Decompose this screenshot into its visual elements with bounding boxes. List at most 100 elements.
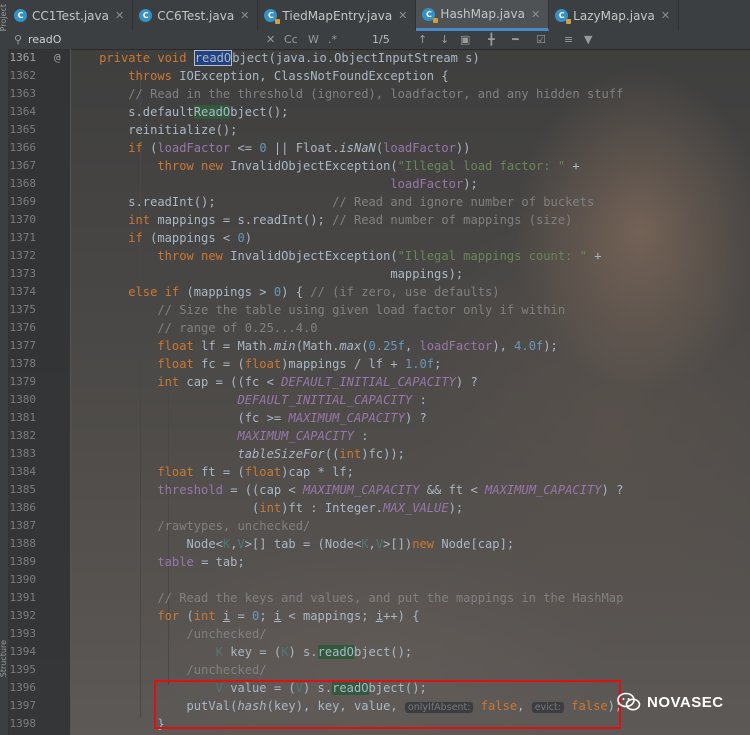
editor-tab[interactable]: C CC1Test.java ✕ <box>8 0 134 31</box>
open-in-window-icon[interactable]: ▣ <box>460 33 470 46</box>
code-line[interactable]: float ft = (float)cap * lf; <box>70 463 354 481</box>
close-icon[interactable]: ✕ <box>398 9 407 22</box>
close-icon[interactable]: ✕ <box>115 9 124 22</box>
project-tool-label[interactable]: Project <box>0 4 8 31</box>
code-line[interactable]: int cap = ((fc < DEFAULT_INITIAL_CAPACIT… <box>70 373 477 391</box>
code-line[interactable]: else if (mappings > 0) { // (if zero, us… <box>70 283 499 301</box>
close-icon[interactable]: ✕ <box>531 8 540 21</box>
line-number[interactable]: 1393 <box>8 627 37 640</box>
editor-tab[interactable]: C LazyMap.java ✕ <box>549 0 680 31</box>
search-icon[interactable]: ⚲ <box>14 33 22 46</box>
line-number[interactable]: 1386 <box>8 501 37 514</box>
line-number[interactable]: 1374 <box>8 285 37 298</box>
line-number[interactable]: 1380 <box>8 393 37 406</box>
line-number[interactable]: 1390 <box>8 573 37 586</box>
line-number[interactable]: 1362 <box>8 69 37 82</box>
line-number[interactable]: 1371 <box>8 231 37 244</box>
line-number[interactable]: 1397 <box>8 699 37 712</box>
code-line[interactable]: if (loadFactor <= 0 || Float.isNaN(loadF… <box>70 139 470 157</box>
line-number[interactable]: 1395 <box>8 663 37 676</box>
previous-occurrence-icon[interactable]: ↑ <box>418 33 427 46</box>
editor-tab[interactable]: C CC6Test.java ✕ <box>133 0 259 31</box>
code-line[interactable]: /rawtypes, unchecked/ <box>70 517 310 535</box>
code-line[interactable]: loadFactor); <box>70 175 477 193</box>
next-occurrence-icon[interactable]: ↓ <box>440 33 449 46</box>
code-line[interactable]: table = tab; <box>70 553 244 571</box>
code-line[interactable]: threshold = ((cap < MAXIMUM_CAPACITY && … <box>70 481 623 499</box>
close-icon[interactable]: ✕ <box>661 9 670 22</box>
line-number[interactable]: 1394 <box>8 645 37 658</box>
line-number-gutter[interactable]: @ 1361 1362 1363 1364 1365 1366 1367 1368 1369 13… <box>8 49 71 735</box>
clear-icon[interactable]: ✕ <box>266 33 275 46</box>
line-number[interactable]: 1368 <box>8 177 37 190</box>
code-line[interactable]: /unchecked/ <box>70 661 267 679</box>
line-number[interactable]: 1369 <box>8 195 37 208</box>
code-line[interactable]: reinitialize(); <box>70 121 237 139</box>
line-number[interactable]: 1378 <box>8 357 37 370</box>
line-number[interactable]: 1376 <box>8 321 37 334</box>
line-number[interactable]: 1366 <box>8 141 37 154</box>
code-line[interactable]: tableSizeFor((int)fc)); <box>70 445 404 463</box>
editor-tab[interactable]: C TiedMapEntry.java ✕ <box>258 0 417 31</box>
code-line[interactable]: float lf = Math.min(Math.max(0.25f, load… <box>70 337 557 355</box>
line-number[interactable]: 1375 <box>8 303 37 316</box>
structure-tool-label[interactable]: Structure <box>0 640 8 677</box>
line-number[interactable]: 1388 <box>8 537 37 550</box>
line-number[interactable]: 1367 <box>8 159 37 172</box>
remove-occurrence-icon[interactable]: ━ <box>512 33 519 46</box>
code-line[interactable]: throw new InvalidObjectException("Illega… <box>70 157 579 175</box>
code-line[interactable]: K key = (K) s.readObject(); <box>70 643 412 661</box>
code-line[interactable]: for (int i = 0; i < mappings; i++) { <box>70 607 419 625</box>
code-line[interactable]: (fc >= MAXIMUM_CAPACITY) ? <box>70 409 426 427</box>
code-line[interactable]: // Read in the threshold (ignored), load… <box>70 85 623 103</box>
match-case-toggle[interactable]: Cc <box>284 33 298 46</box>
code-line[interactable]: } <box>70 715 164 733</box>
line-number[interactable]: 1387 <box>8 519 37 532</box>
code-line[interactable]: // Size the table using given load facto… <box>70 301 565 319</box>
options-icon[interactable]: ≡ <box>564 33 573 46</box>
override-marker-icon[interactable]: @ <box>54 51 61 64</box>
line-number[interactable]: 1364 <box>8 105 37 118</box>
search-input[interactable] <box>28 32 228 47</box>
code-line[interactable]: if (mappings < 0) <box>70 229 252 247</box>
code-line[interactable]: int mappings = s.readInt(); // Read numb… <box>70 211 572 229</box>
line-number[interactable]: 1379 <box>8 375 37 388</box>
code-line[interactable]: throws IOException, ClassNotFoundExcepti… <box>70 67 448 85</box>
code-line[interactable]: DEFAULT_INITIAL_CAPACITY : <box>70 391 426 409</box>
line-number[interactable]: 1391 <box>8 591 37 604</box>
add-occurrence-icon[interactable]: ╋ <box>488 33 495 46</box>
code-line[interactable]: s.readInt(); // Read and ignore number o… <box>70 193 594 211</box>
line-number[interactable]: 1382 <box>8 429 37 442</box>
code-line[interactable]: Node<K,V>[] tab = (Node<K,V>[])new Node[… <box>70 535 514 553</box>
code-line[interactable]: private void readObject(java.io.ObjectIn… <box>70 49 480 67</box>
line-number[interactable]: 1398 <box>8 717 37 730</box>
code-line[interactable]: /unchecked/ <box>70 625 267 643</box>
line-number[interactable]: 1372 <box>8 249 37 262</box>
filter-icon[interactable]: ▼ <box>584 33 592 46</box>
line-number[interactable]: 1377 <box>8 339 37 352</box>
select-all-occurrences-icon[interactable]: ☑ <box>536 33 546 46</box>
line-number[interactable]: 1373 <box>8 267 37 280</box>
regex-toggle[interactable]: .* <box>328 33 337 46</box>
line-number[interactable]: 1370 <box>8 213 37 226</box>
line-number[interactable]: 1363 <box>8 87 37 100</box>
code-line[interactable]: MAXIMUM_CAPACITY : <box>70 427 368 445</box>
line-number[interactable]: 1365 <box>8 123 37 136</box>
line-number[interactable]: 1384 <box>8 465 37 478</box>
close-icon[interactable]: ✕ <box>240 9 249 22</box>
code-line[interactable]: // range of 0.25...4.0 <box>70 319 317 337</box>
code-line[interactable]: float fc = (float)mappings / lf + 1.0f; <box>70 355 441 373</box>
line-number[interactable]: 1381 <box>8 411 37 424</box>
editor-tab[interactable]: C HashMap.java ✕ <box>416 0 550 31</box>
code-line[interactable]: (int)ft : Integer.MAX_VALUE); <box>70 499 463 517</box>
line-number[interactable]: 1389 <box>8 555 37 568</box>
line-number[interactable]: 1396 <box>8 681 37 694</box>
code-line[interactable]: // Read the keys and values, and put the… <box>70 589 623 607</box>
code-line[interactable]: s.defaultReadObject(); <box>70 103 288 121</box>
code-line[interactable]: mappings); <box>70 265 463 283</box>
line-number[interactable]: 1392 <box>8 609 37 622</box>
line-number[interactable]: 1385 <box>8 483 37 496</box>
code-line[interactable]: throw new InvalidObjectException("Illega… <box>70 247 601 265</box>
words-toggle[interactable]: W <box>308 33 319 46</box>
line-number[interactable]: 1383 <box>8 447 37 460</box>
